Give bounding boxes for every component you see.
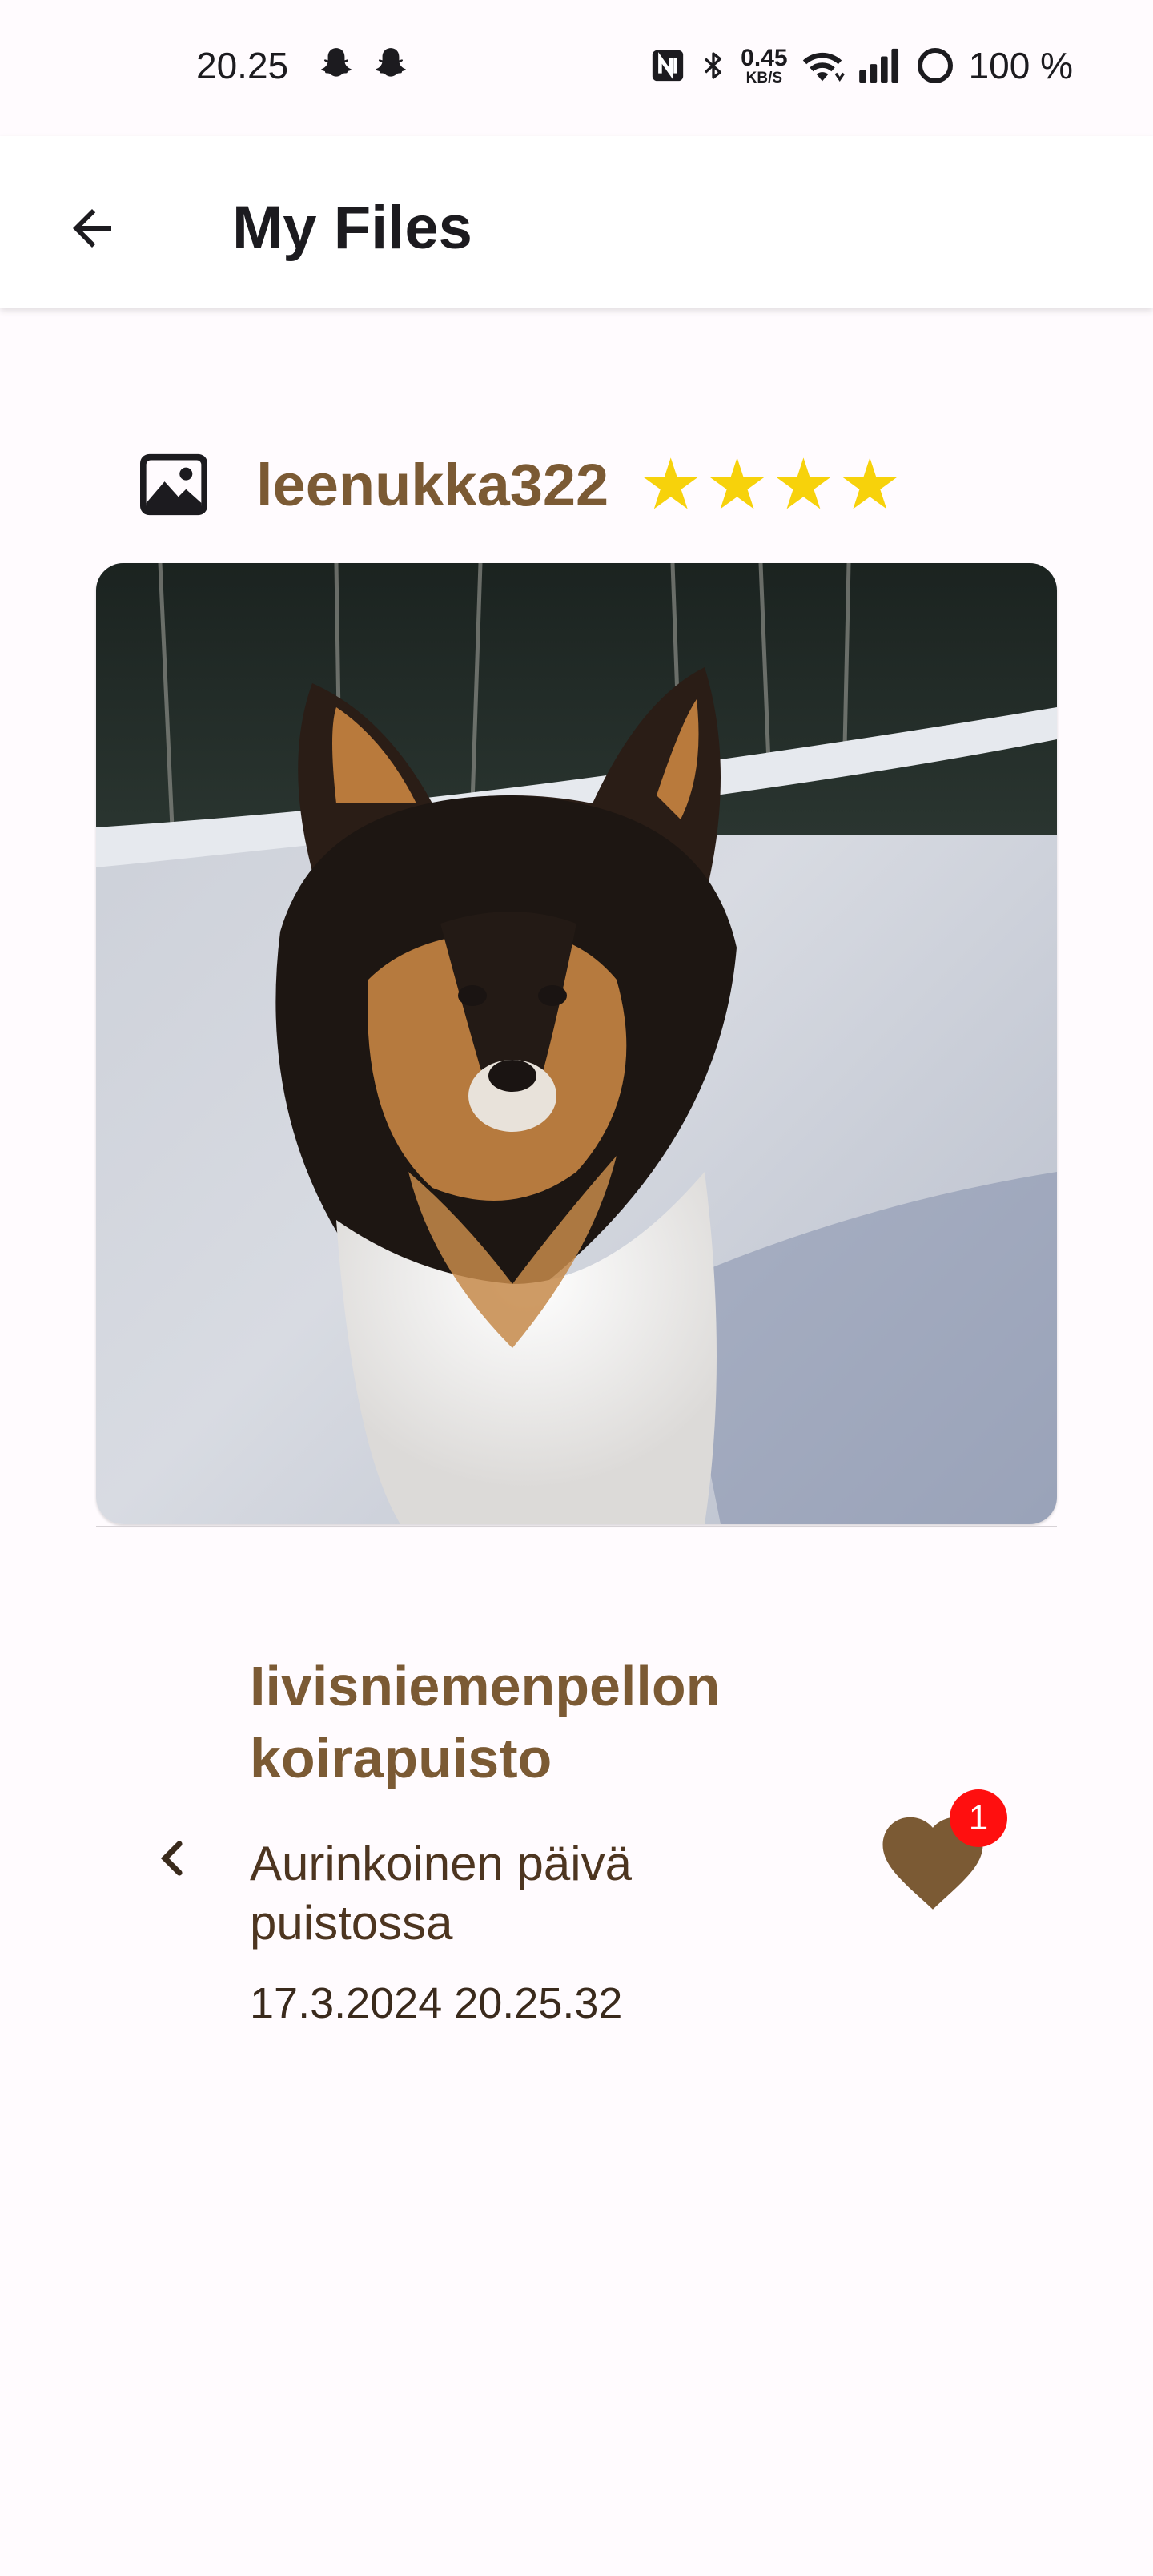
star-icon: ★ xyxy=(639,445,703,524)
star-icon: ★ xyxy=(838,445,902,524)
star-icon: ★ xyxy=(705,445,769,524)
status-bar: 20.25 0.45 KB/S 100 % xyxy=(0,0,1153,136)
place-name: Iivisniemenpellon koirapuisto xyxy=(250,1655,721,1789)
image-icon xyxy=(136,451,211,518)
like-count-badge: 1 xyxy=(950,1789,1007,1847)
dog-photo xyxy=(96,563,1057,1524)
status-time: 20.25 xyxy=(196,45,289,87)
photo-divider xyxy=(96,1526,1057,1527)
post-description: Aurinkoinen päivä puistossa xyxy=(250,1837,632,1950)
post-photo[interactable] xyxy=(96,563,1057,1524)
top-app-bar: My Files xyxy=(0,136,1153,308)
chevron-left-icon xyxy=(160,1841,183,1876)
post-header: leenukka322 ★ ★ ★ ★ xyxy=(136,445,902,525)
nfc-icon xyxy=(653,50,684,82)
bluetooth-icon xyxy=(705,52,722,79)
snapchat-icon xyxy=(321,48,352,77)
wifi-icon xyxy=(802,52,845,82)
post-timestamp: 17.3.2024 20.25.32 xyxy=(250,1979,623,2027)
back-button[interactable] xyxy=(48,184,136,272)
star-icon: ★ xyxy=(772,445,835,524)
network-speed: 0.45 KB/S xyxy=(741,44,788,87)
signal-icon xyxy=(858,48,898,83)
page-title: My Files xyxy=(232,194,472,262)
battery-ring-icon xyxy=(917,48,953,83)
snapchat-icon xyxy=(376,48,406,77)
username[interactable]: leenukka322 xyxy=(256,451,609,519)
battery-level: 100 % xyxy=(968,45,1073,87)
arrow-back-icon xyxy=(73,209,111,248)
rating-stars: ★ ★ ★ ★ xyxy=(639,449,902,520)
screen: 20.25 0.45 KB/S 100 % My Files leenukka3… xyxy=(0,0,1153,2576)
status-icons: 0.45 KB/S 100 % xyxy=(649,42,1073,90)
previous-button[interactable] xyxy=(148,1830,196,1886)
